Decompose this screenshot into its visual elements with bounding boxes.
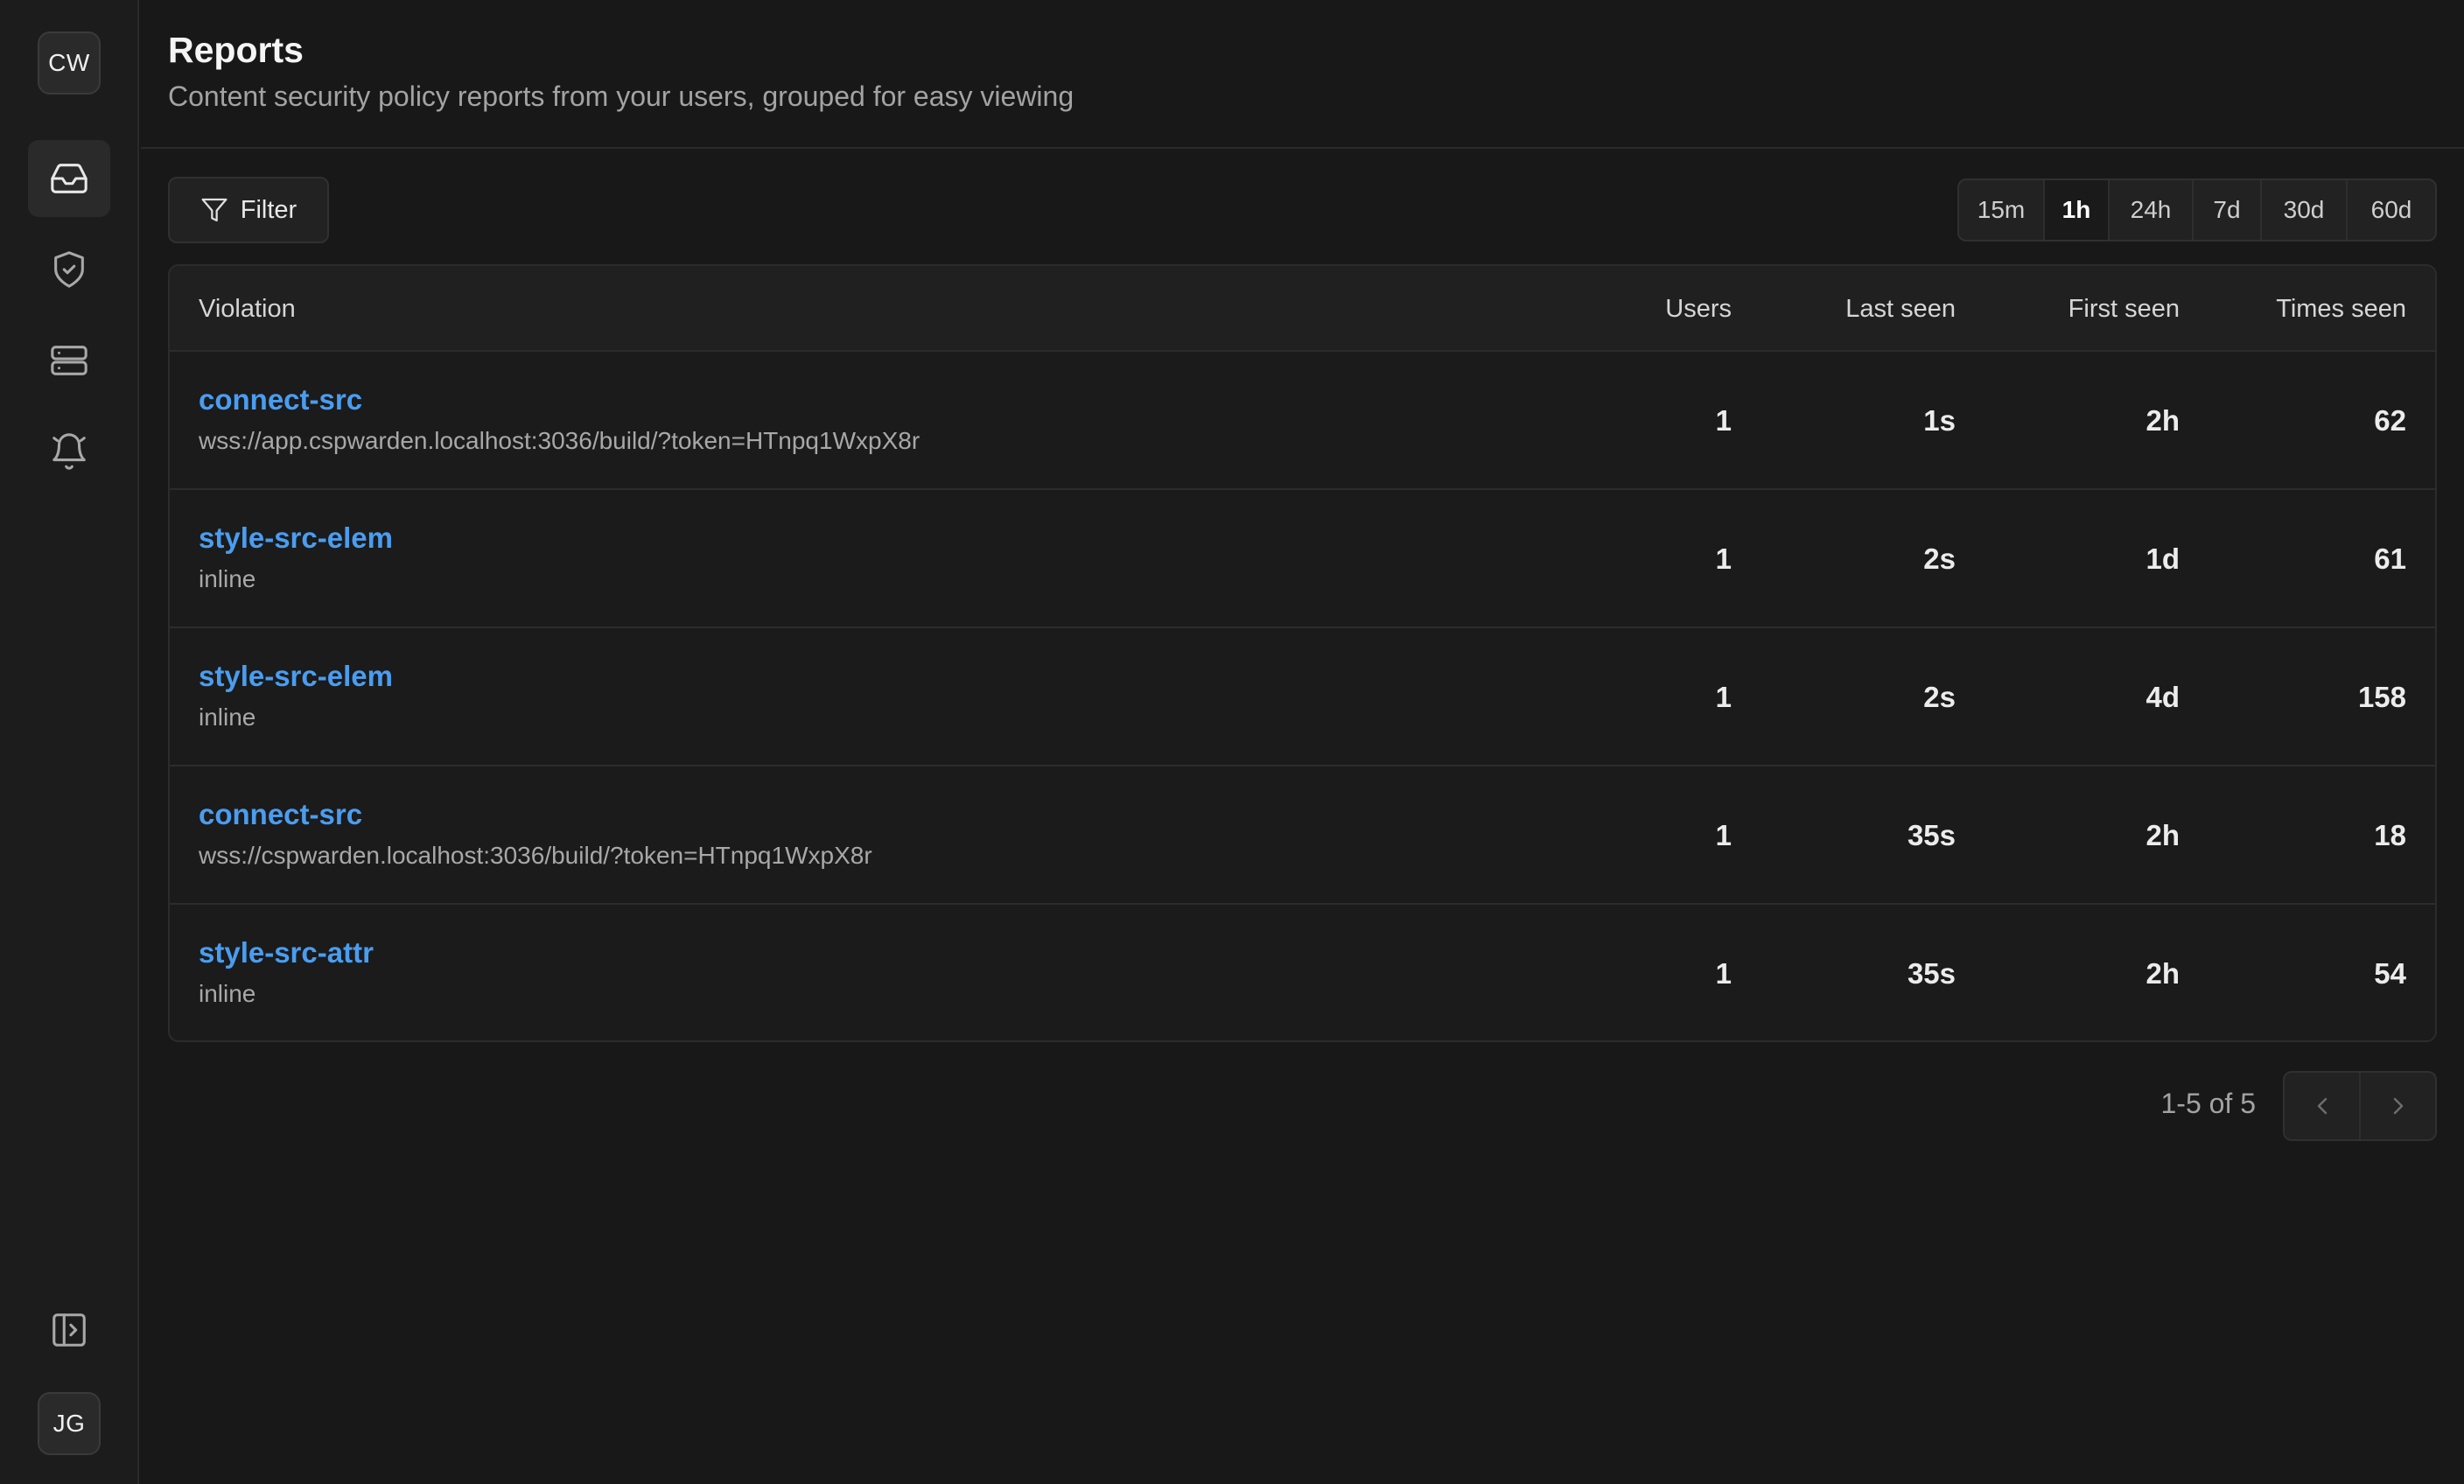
next-page-button[interactable] — [2361, 1073, 2435, 1139]
table-row[interactable]: style-src-elem inline 1 2s 1d 61 — [170, 490, 2435, 628]
time-range-selector: 15m 1h 24h 7d 30d 60d — [1957, 178, 2437, 242]
column-header-violation: Violation — [199, 294, 296, 323]
cell-users: 1 — [1715, 819, 1732, 851]
server-icon — [51, 346, 88, 375]
column-header-last-seen[interactable]: Last seen — [1845, 266, 1956, 352]
inbox-icon — [51, 164, 88, 193]
cell-users: 1 — [1715, 542, 1732, 575]
table-row[interactable]: style-src-elem inline 1 2s 4d 158 — [170, 628, 2435, 766]
sidebar-expand-icon — [52, 1313, 86, 1347]
filter-button[interactable]: Filter — [168, 177, 329, 243]
range-24h[interactable]: 24h — [2110, 180, 2194, 240]
table-row[interactable]: style-src-attr inline 1 35s 2h 54 — [170, 905, 2435, 1040]
page-title: Reports — [168, 30, 304, 70]
sidebar: CW JG — [0, 0, 139, 1484]
violation-directive-link[interactable]: connect-src — [199, 798, 362, 831]
cell-first-seen: 2h — [2146, 957, 2180, 990]
cell-users: 1 — [1715, 404, 1732, 437]
cell-first-seen: 2h — [2146, 819, 2180, 851]
user-avatar[interactable]: JG — [38, 1392, 101, 1455]
cell-last-seen: 1s — [1923, 404, 1956, 437]
chevron-left-icon — [2317, 1097, 2327, 1115]
violation-directive-link[interactable]: style-src-attr — [199, 936, 374, 970]
violation-source: wss://cspwarden.localhost:3036/build/?to… — [199, 842, 872, 869]
filter-button-label: Filter — [240, 195, 298, 224]
violation-directive-link[interactable]: style-src-elem — [199, 660, 393, 693]
violation-source: inline — [199, 704, 256, 731]
page-header: Reports Content security policy reports … — [141, 0, 2464, 149]
cell-first-seen: 1d — [2146, 542, 2180, 575]
cell-times-seen: 62 — [2374, 404, 2406, 437]
range-60d[interactable]: 60d — [2348, 180, 2435, 240]
violation-source: wss://app.cspwarden.localhost:3036/build… — [199, 427, 920, 454]
cell-users: 1 — [1715, 957, 1732, 990]
app-root: CW JG Reports Content security policy re… — [0, 0, 2464, 1484]
cell-last-seen: 35s — [1907, 957, 1956, 990]
cell-last-seen: 2s — [1923, 681, 1956, 713]
table-row[interactable]: connect-src wss://cspwarden.localhost:30… — [170, 766, 2435, 905]
pagination-summary: 1-5 of 5 — [2160, 1088, 2256, 1119]
column-header-users[interactable]: Users — [1665, 266, 1732, 352]
cell-first-seen: 4d — [2146, 681, 2180, 713]
chevron-right-icon — [2393, 1097, 2403, 1115]
shield-check-icon — [54, 251, 84, 288]
cell-first-seen: 2h — [2146, 404, 2180, 437]
cell-users: 1 — [1715, 681, 1732, 713]
bell-icon — [52, 433, 86, 470]
cell-times-seen: 61 — [2374, 542, 2406, 575]
sidebar-item-servers[interactable] — [28, 322, 110, 399]
table-row[interactable]: connect-src wss://app.cspwarden.localhos… — [170, 352, 2435, 490]
cell-last-seen: 35s — [1907, 819, 1956, 851]
violation-source: inline — [199, 980, 256, 1007]
violation-directive-link[interactable]: connect-src — [199, 383, 362, 416]
column-header-times-seen[interactable]: Times seen — [2276, 266, 2406, 352]
previous-page-button[interactable] — [2285, 1073, 2361, 1139]
page-subtitle: Content security policy reports from you… — [168, 80, 1074, 112]
sidebar-toggle-button[interactable] — [28, 1292, 110, 1368]
sidebar-item-policies[interactable] — [28, 231, 110, 308]
cell-times-seen: 54 — [2374, 957, 2406, 990]
workspace-badge[interactable]: CW — [38, 32, 101, 94]
violation-directive-link[interactable]: style-src-elem — [199, 522, 393, 555]
pagination-controls — [2283, 1071, 2437, 1141]
column-header-first-seen[interactable]: First seen — [2068, 266, 2180, 352]
range-7d[interactable]: 7d — [2194, 180, 2262, 240]
cell-last-seen: 2s — [1923, 542, 1956, 575]
range-1h[interactable]: 1h — [2045, 180, 2110, 240]
filter-icon — [201, 198, 228, 222]
sidebar-item-alerts[interactable] — [28, 413, 110, 490]
sidebar-item-reports[interactable] — [28, 140, 110, 217]
table-header: Violation Users Last seen First seen Tim… — [170, 266, 2435, 352]
range-30d[interactable]: 30d — [2262, 180, 2348, 240]
cell-times-seen: 158 — [2357, 681, 2406, 713]
reports-table: Violation Users Last seen First seen Tim… — [168, 264, 2437, 1042]
range-15m[interactable]: 15m — [1959, 180, 2045, 240]
cell-times-seen: 18 — [2374, 819, 2406, 851]
violation-source: inline — [199, 565, 256, 592]
